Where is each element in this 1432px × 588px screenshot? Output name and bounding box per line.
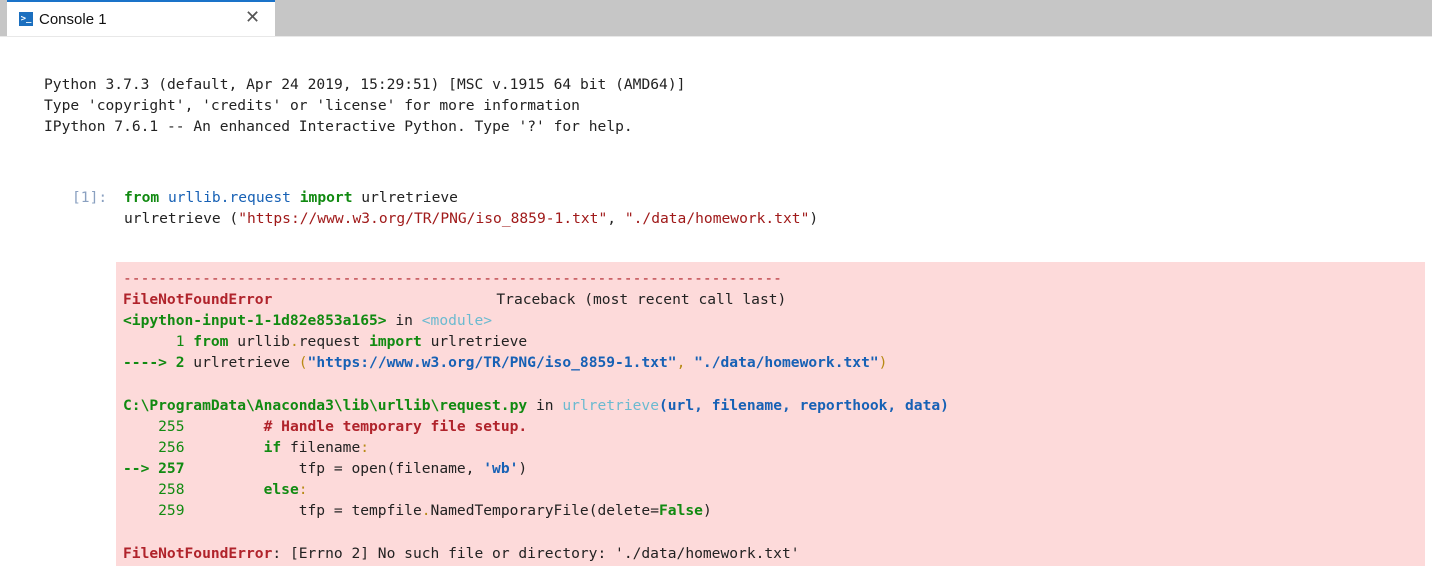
traceback-frame-2-line: 255 # Handle temporary file setup. <box>123 418 528 435</box>
traceback-frame-1-line: ----> 2 urlretrieve ("https://www.w3.org… <box>123 354 888 371</box>
error-message: FileNotFoundError: [Errno 2] No such fil… <box>123 545 800 562</box>
traceback-frame-1-line: 1 from urllib.request import urlretrieve <box>123 333 528 350</box>
close-icon[interactable]: ✕ <box>245 7 260 28</box>
tab-label: Console 1 <box>39 11 107 28</box>
traceback-header: FileNotFoundError Traceback (most recent … <box>123 291 787 308</box>
input-prompt: [1]: <box>72 189 108 206</box>
input-line-2: urlretrieve ("https://www.w3.org/TR/PNG/… <box>124 210 819 227</box>
banner-line: IPython 7.6.1 -- An enhanced Interactive… <box>44 118 633 135</box>
console-output[interactable]: Python 3.7.3 (default, Apr 24 2019, 15:2… <box>0 36 1432 588</box>
traceback-frame-2: C:\ProgramData\Anaconda3\lib\urllib\requ… <box>123 397 949 414</box>
terminal-icon: >_ <box>19 12 33 26</box>
traceback-frame-2-line: 259 tfp = tempfile.NamedTemporaryFile(de… <box>123 502 712 519</box>
traceback-output: ----------------------------------------… <box>116 262 1425 566</box>
input-line-1: from urllib.request import urlretrieve <box>124 189 458 206</box>
traceback-frame-2-line: 258 else: <box>123 481 308 498</box>
traceback-frame-2-line: 256 if filename: <box>123 439 370 456</box>
traceback-frame-1: <ipython-input-1-1d82e853a165> in <modul… <box>123 312 493 329</box>
traceback-frame-2-line: --> 257 tfp = open(filename, 'wb') <box>123 460 528 477</box>
tab-bar: >_ Console 1 ✕ <box>0 0 1432 42</box>
banner-line: Python 3.7.3 (default, Apr 24 2019, 15:2… <box>44 76 686 93</box>
traceback-separator: ----------------------------------------… <box>123 270 782 287</box>
banner-line: Type 'copyright', 'credits' or 'license'… <box>44 97 580 114</box>
